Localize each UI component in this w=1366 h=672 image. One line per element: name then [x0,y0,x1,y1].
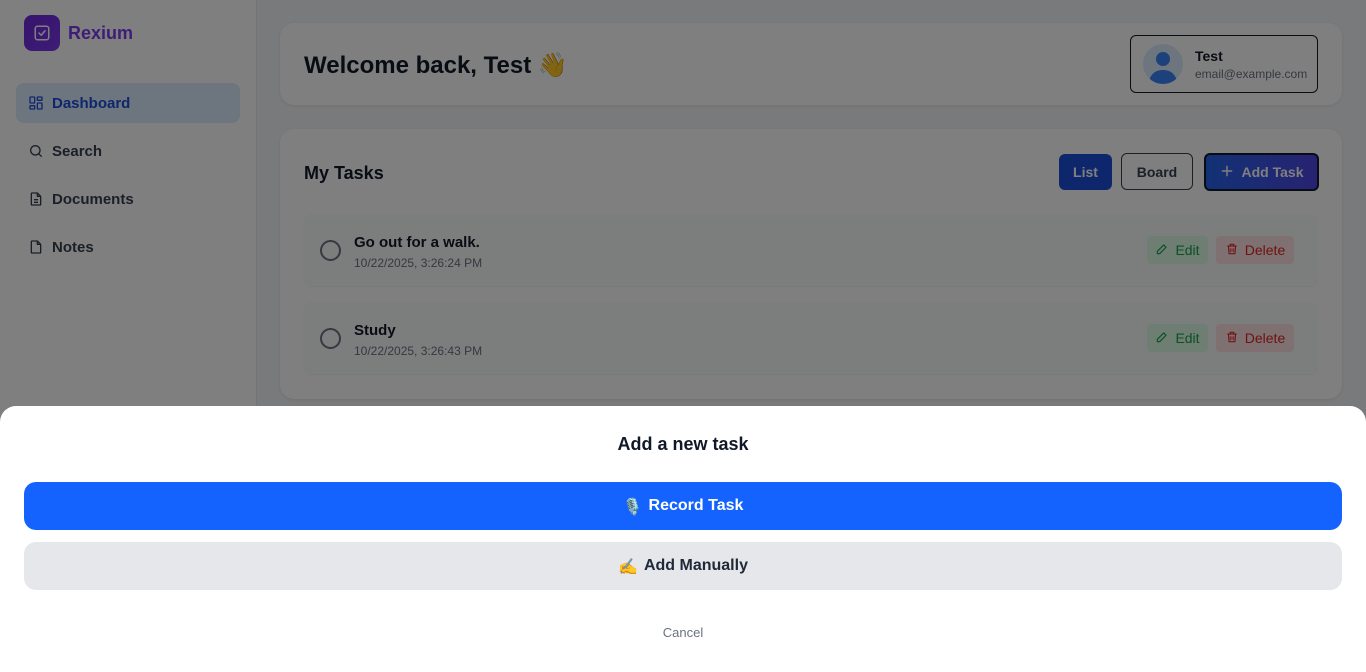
microphone-icon: 🎙️ [622,496,643,516]
sheet-title: Add a new task [617,434,749,454]
add-task-sheet: Add a new task 🎙️ Record Task ✍️ Add Man… [0,406,1366,672]
add-manually-label: Add Manually [643,557,748,574]
writing-hand-icon: ✍️ [618,556,638,576]
record-task-button[interactable]: 🎙️ Record Task [24,482,1342,530]
add-manually-button[interactable]: ✍️ Add Manually [24,542,1342,590]
record-task-label: Record Task [648,497,744,514]
cancel-button[interactable]: Cancel [0,625,1366,640]
